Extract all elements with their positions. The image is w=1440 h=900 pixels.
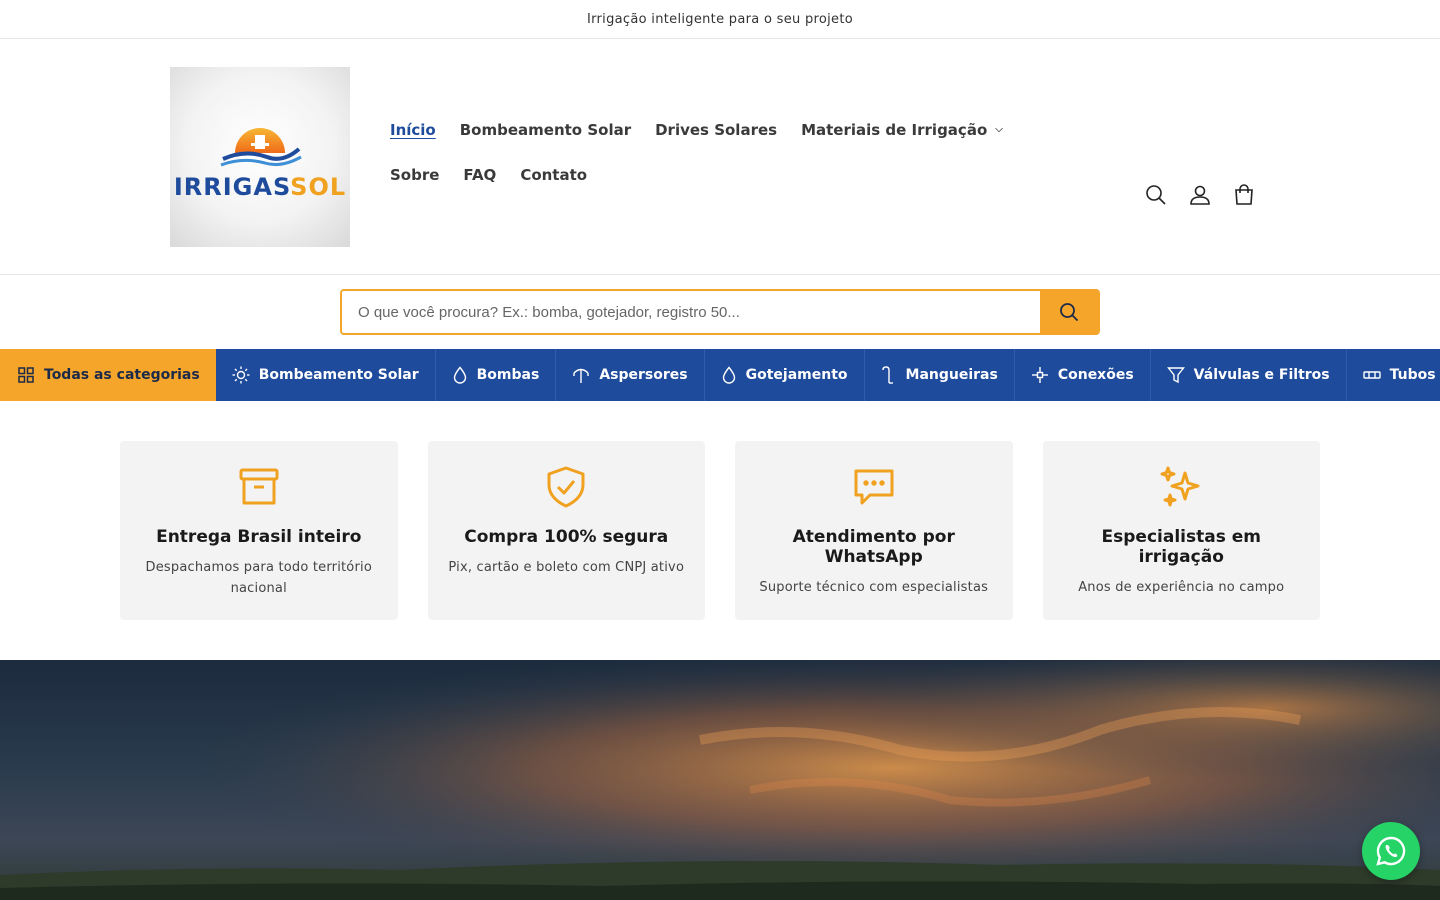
hero-banner [0, 660, 1440, 900]
feature-card-especialistas: Especialistas em irrigação Anos de exper… [1042, 441, 1320, 620]
whatsapp-icon [1376, 836, 1406, 866]
drop-icon [722, 366, 735, 384]
search-button[interactable] [1040, 291, 1098, 333]
nav-item-drives-solares[interactable]: Drives Solares [643, 111, 789, 148]
hero-landscape-image [0, 660, 1440, 900]
feature-card-seguranca: Compra 100% segura Pix, cartão e boleto … [427, 441, 705, 620]
feature-card-whatsapp: Atendimento por WhatsApp Suporte técnico… [735, 441, 1013, 620]
header-icons [1142, 173, 1258, 217]
hose-icon [881, 366, 893, 384]
chevron-down-icon: ⌵ [995, 124, 1003, 135]
feature-cards: Entrega Brasil inteiro Despachamos para … [0, 401, 1440, 660]
nav-item-materiais-irrigacao[interactable]: Materiais de Irrigação ⌵ [789, 111, 1015, 148]
feature-title: Entrega Brasil inteiro [156, 527, 362, 547]
feature-desc: Anos de experiência no campo [1078, 580, 1285, 595]
sprinkler-icon [573, 368, 590, 383]
search-input[interactable] [342, 291, 1040, 333]
site-header: IRRIGASSOL Início Bombeamento Solar Driv… [0, 39, 1440, 275]
shield-check-icon [547, 466, 585, 508]
sun-icon [232, 366, 250, 384]
feature-title: Especialistas em irrigação [1101, 527, 1261, 567]
whatsapp-button[interactable] [1362, 822, 1420, 880]
nav-item-sobre[interactable]: Sobre [378, 156, 451, 193]
category-all-label: Todas as categorias [44, 367, 200, 383]
logo-wordmark: IRRIGASSOL [173, 173, 347, 201]
nav-item-inicio[interactable]: Início [378, 111, 448, 148]
category-bar: Todas as categorias Bombeamento Solar Bo… [0, 349, 1440, 401]
account-icon[interactable] [1186, 173, 1214, 217]
announcement-text: Irrigação inteligente para o seu projeto [586, 11, 854, 27]
nav-item-bombeamento-solar[interactable]: Bombeamento Solar [448, 111, 643, 148]
main-nav: Início Bombeamento Solar Drives Solares … [378, 111, 1088, 193]
chat-icon [854, 469, 894, 505]
sparkles-icon [1160, 466, 1200, 507]
site-logo[interactable]: IRRIGASSOL [170, 67, 350, 247]
grid-icon [18, 367, 34, 383]
announcement-bar: Irrigação inteligente para o seu projeto [0, 0, 1440, 39]
feature-desc: Pix, cartão e boleto com CNPJ ativo [448, 560, 685, 575]
cart-icon[interactable] [1230, 173, 1258, 217]
logo-sun-icon [220, 128, 302, 167]
tube-icon [1362, 371, 1381, 379]
feature-title: Atendimento por WhatsApp [792, 527, 955, 567]
category-aspersores[interactable]: Aspersores [556, 349, 705, 401]
filter-icon [1166, 367, 1185, 384]
search-row [0, 275, 1440, 349]
feature-desc: Suporte técnico com especialistas [759, 580, 989, 595]
category-bombas[interactable]: Bombas [436, 349, 557, 401]
category-conexoes[interactable]: Conexões [1015, 349, 1151, 401]
search-icon[interactable] [1142, 173, 1170, 217]
search-box [340, 289, 1100, 335]
category-mangueiras[interactable]: Mangueiras [865, 349, 1015, 401]
feature-desc: Despachamos para todo território naciona… [145, 560, 372, 596]
connection-icon [1031, 367, 1048, 383]
archive-icon [239, 468, 279, 505]
category-valvulas-filtros[interactable]: Válvulas e Filtros [1151, 349, 1347, 401]
feature-title: Compra 100% segura [464, 527, 669, 547]
category-tubos[interactable]: Tubos [1347, 349, 1440, 401]
search-icon [1060, 303, 1079, 322]
nav-item-contato[interactable]: Contato [508, 156, 599, 193]
category-all[interactable]: Todas as categorias [0, 349, 216, 401]
drop-icon [453, 366, 466, 384]
category-gotejamento[interactable]: Gotejamento [705, 349, 865, 401]
nav-item-faq[interactable]: FAQ [451, 156, 508, 193]
feature-card-entrega: Entrega Brasil inteiro Despachamos para … [120, 441, 398, 620]
category-bombeamento-solar[interactable]: Bombeamento Solar [216, 349, 436, 401]
